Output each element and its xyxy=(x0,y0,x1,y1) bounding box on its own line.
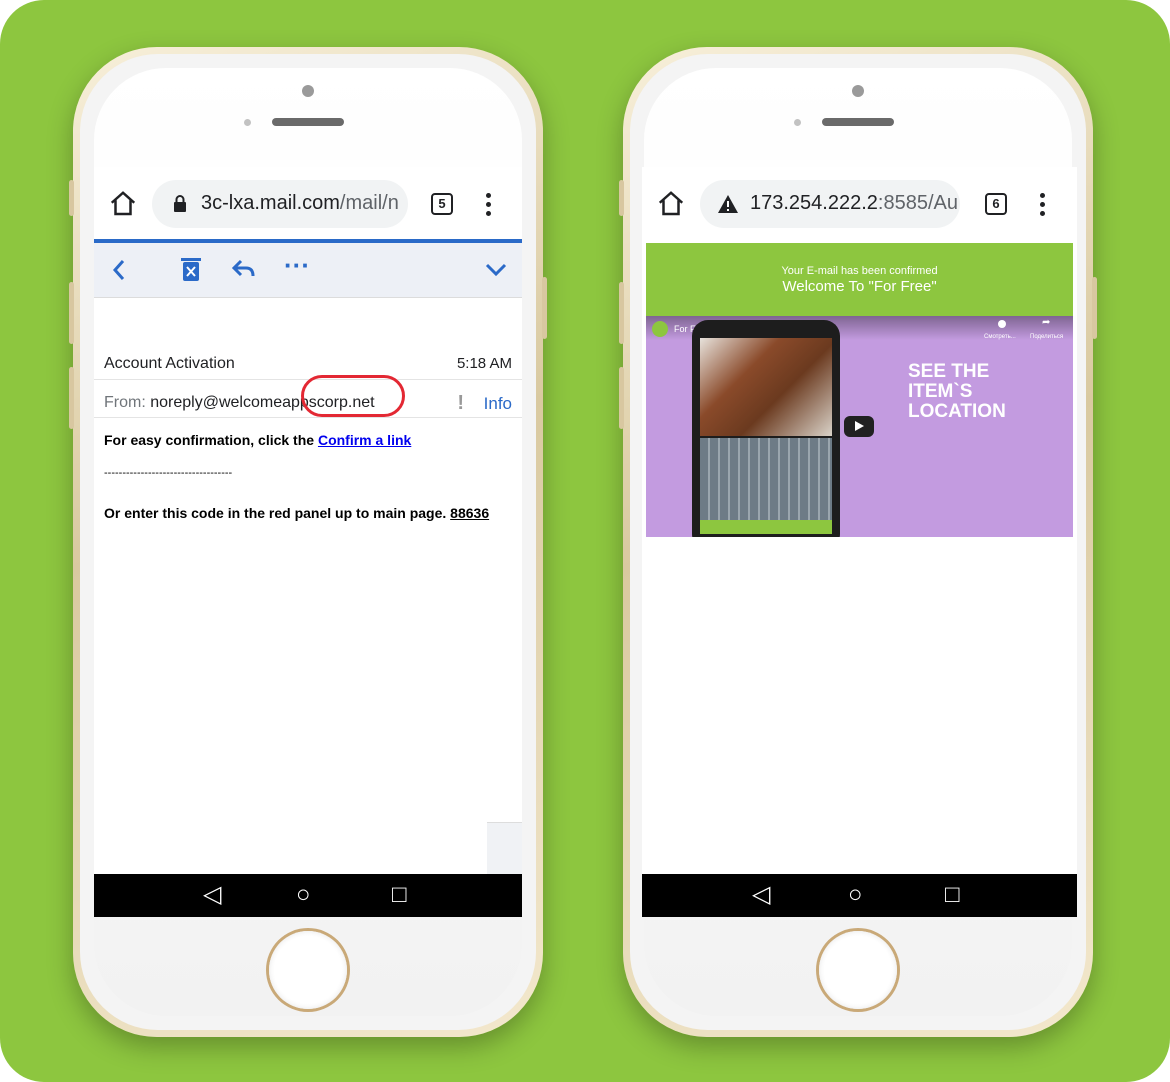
home-button[interactable] xyxy=(269,931,347,1009)
power-button xyxy=(1092,277,1097,339)
confirmed-text: Your E-mail has been confirmed xyxy=(781,265,938,277)
power-button xyxy=(542,277,547,339)
nav-recents-icon[interactable]: □ xyxy=(392,882,407,908)
url-path: /mail/n xyxy=(339,192,399,214)
earpiece-speaker xyxy=(272,118,344,126)
proximity-sensor xyxy=(244,119,251,126)
confirmation-banner: Your E-mail has been confirmed Welcome T… xyxy=(646,243,1073,316)
url-host: 3c-lxa.mail.com xyxy=(201,192,340,214)
earpiece-speaker xyxy=(822,118,894,126)
volume-up-button xyxy=(619,282,624,344)
browser-menu-icon[interactable] xyxy=(486,193,492,217)
home-icon[interactable] xyxy=(108,189,138,219)
volume-up-button xyxy=(69,282,74,344)
proximity-sensor xyxy=(794,119,801,126)
mail-toolbar: ··· xyxy=(94,243,522,298)
share-label: Поделиться xyxy=(1030,334,1064,340)
address-bar[interactable]: 173.254.222.2:8585/Au xyxy=(700,180,960,228)
watch-later-label: Смотреть... xyxy=(984,334,1016,340)
tab-count-button[interactable]: 6 xyxy=(985,193,1007,215)
share-icon[interactable]: ➦ xyxy=(1042,317,1050,328)
highlight-circle xyxy=(301,375,405,417)
video-player[interactable]: For Free Смотреть... ➦ Поделиться SEE TH… xyxy=(646,316,1073,537)
url-host: 173.254.222.2 xyxy=(750,192,878,214)
boots-image xyxy=(700,338,832,436)
page-background: 3c-lxa.mail.com/mail/n 5 ··· Account Act… xyxy=(0,0,1170,1082)
trash-icon[interactable] xyxy=(180,256,202,282)
home-icon[interactable] xyxy=(656,189,686,219)
video-headline: SEE THE ITEM`S LOCATION xyxy=(908,361,1006,422)
front-camera xyxy=(302,85,314,97)
left-screen: 3c-lxa.mail.com/mail/n 5 ··· Account Act… xyxy=(94,167,522,917)
nav-back-icon[interactable]: ◁ xyxy=(203,882,221,908)
android-nav-bar: ◁ ○ □ xyxy=(642,874,1077,917)
confirmation-code: 88636 xyxy=(450,505,490,521)
volume-down-button xyxy=(619,367,624,429)
chevron-down-icon[interactable] xyxy=(485,263,507,277)
info-button[interactable]: Info xyxy=(484,394,512,414)
more-horizontal-icon[interactable]: ··· xyxy=(284,251,310,279)
browser-menu-icon[interactable] xyxy=(1040,193,1046,217)
browser-bar: 173.254.222.2:8585/Au 6 xyxy=(642,167,1077,241)
play-button[interactable] xyxy=(844,416,874,437)
lock-icon xyxy=(174,195,186,212)
phone-right: 173.254.222.2:8585/Au 6 Your E-mail has … xyxy=(619,47,1097,1037)
nav-back-icon[interactable]: ◁ xyxy=(752,882,770,908)
channel-avatar xyxy=(652,321,668,337)
watch-later-icon[interactable] xyxy=(998,320,1006,328)
nav-home-icon[interactable]: ○ xyxy=(296,882,311,908)
nav-home-icon[interactable]: ○ xyxy=(848,882,863,908)
address-bar[interactable]: 3c-lxa.mail.com/mail/n xyxy=(152,180,408,228)
importance-icon: ! xyxy=(457,392,464,414)
reply-icon[interactable] xyxy=(232,259,256,279)
email-time: 5:18 AM xyxy=(456,355,512,372)
volume-down-button xyxy=(69,367,74,429)
url-port: :8585/Au xyxy=(877,192,958,214)
mute-switch xyxy=(69,180,74,216)
confirm-link[interactable]: Confirm a link xyxy=(318,432,411,448)
tab-count-button[interactable]: 5 xyxy=(431,193,453,215)
from-label: From: xyxy=(104,394,146,411)
browser-bar: 3c-lxa.mail.com/mail/n 5 xyxy=(94,167,522,241)
email-separator: ----------------------------------- xyxy=(104,467,233,479)
nav-recents-icon[interactable]: □ xyxy=(945,882,960,908)
email-subject: Account Activation xyxy=(104,355,235,372)
welcome-text: Welcome To "For Free" xyxy=(782,278,937,295)
phone-left: 3c-lxa.mail.com/mail/n 5 ··· Account Act… xyxy=(69,47,547,1037)
front-camera xyxy=(852,85,864,97)
home-button[interactable] xyxy=(819,931,897,1009)
phone-mockup-image xyxy=(692,320,840,537)
email-body-text: For easy confirmation, click the xyxy=(104,432,318,448)
code-instruction: Or enter this code in the red panel up t… xyxy=(104,505,451,521)
map-image xyxy=(700,438,832,520)
android-nav-bar: ◁ ○ □ xyxy=(94,874,522,917)
mute-switch xyxy=(619,180,624,216)
right-screen: 173.254.222.2:8585/Au 6 Your E-mail has … xyxy=(642,167,1077,917)
warning-icon xyxy=(718,195,738,213)
chevron-left-icon[interactable] xyxy=(112,259,126,281)
